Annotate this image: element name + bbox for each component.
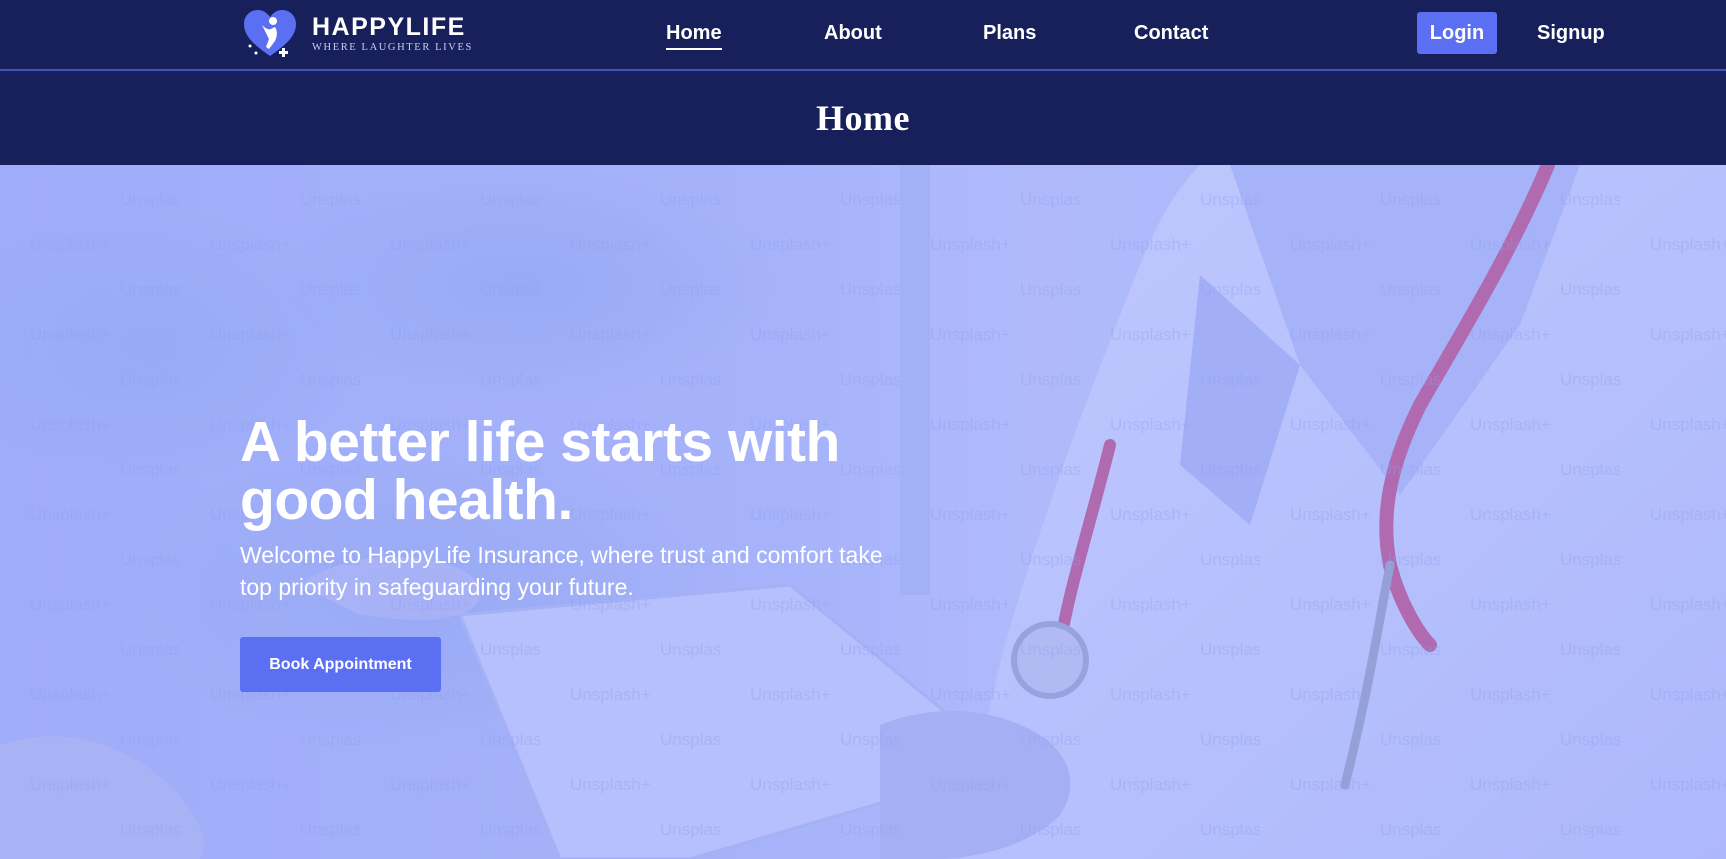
hero-subtitle: Welcome to HappyLife Insurance, where tr… (240, 542, 883, 600)
hero-heading-line2: good health. (240, 468, 573, 532)
top-navbar: HAPPYLIFE WHERE LAUGHTER LIVES Home Abou… (0, 0, 1726, 71)
hero-heading-line1: A better life starts with (240, 410, 840, 474)
page-title-banner: Home (0, 71, 1726, 165)
brand-name: HAPPYLIFE (312, 13, 466, 41)
hero-section: Unsplash+ Unsplash+ A better life starts… (0, 165, 1726, 859)
nav-link-about[interactable]: About (824, 20, 882, 46)
brand-logo-link[interactable]: HAPPYLIFE WHERE LAUGHTER LIVES (242, 8, 473, 60)
hero-heading: A better life starts with good health. (240, 413, 920, 529)
login-button[interactable]: Login (1417, 12, 1497, 54)
heart-person-icon (244, 10, 296, 57)
nav-link-contact[interactable]: Contact (1134, 20, 1208, 46)
nav-link-home[interactable]: Home (666, 20, 722, 50)
signup-link[interactable]: Signup (1537, 20, 1605, 46)
brand-tagline: WHERE LAUGHTER LIVES (312, 42, 473, 53)
page-title: Home (816, 98, 910, 138)
nav-link-plans[interactable]: Plans (983, 20, 1036, 46)
hero-content: A better life starts with good health. W… (240, 413, 920, 692)
book-appointment-button[interactable]: Book Appointment (240, 637, 441, 692)
